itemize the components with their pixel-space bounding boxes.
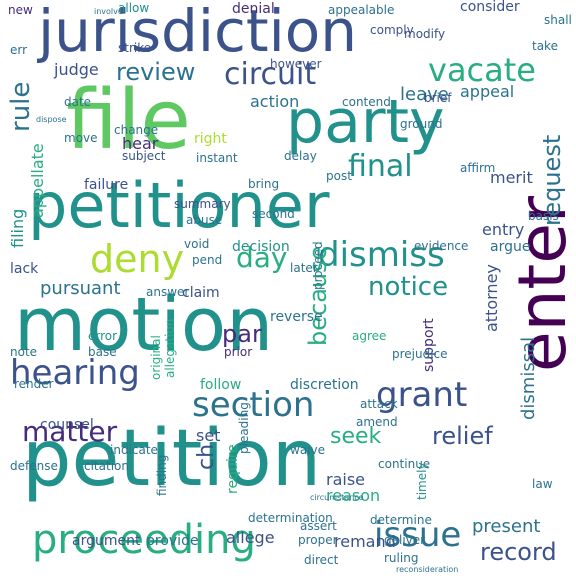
word-counsel: counsel	[40, 417, 94, 433]
word-ch: ch	[194, 443, 219, 470]
word-failure: failure	[84, 177, 129, 193]
word-abuse: abuse	[186, 213, 223, 227]
word-agree: agree	[352, 329, 387, 343]
word-instant: instant	[196, 151, 238, 165]
word-modify: modify	[404, 27, 446, 41]
word-deliver: deliver	[384, 533, 426, 547]
word-void: void	[184, 237, 210, 251]
word-pend: pend	[192, 253, 223, 267]
word-par: par	[222, 320, 262, 348]
word-assert: assert	[300, 519, 337, 533]
word-contend: contend	[342, 95, 391, 109]
word-affirm: affirm	[460, 161, 496, 175]
word-argument: argument	[72, 533, 141, 549]
word-amend: amend	[356, 415, 398, 429]
word-note: note	[10, 345, 38, 359]
word-provide: provide	[146, 533, 199, 549]
word-section: section	[192, 385, 315, 425]
word-ground: ground	[400, 117, 443, 131]
word-later: later	[290, 261, 318, 275]
word-render: render	[14, 377, 54, 391]
word-seek: seek	[330, 424, 382, 449]
word-law: law	[532, 477, 553, 491]
word-delay: delay	[284, 149, 317, 163]
word-involve: involve	[94, 7, 123, 16]
word-determine: determine	[370, 513, 432, 527]
word-brief: brief	[424, 91, 452, 105]
word-appealable: appealable	[328, 3, 395, 17]
word-err: err	[10, 43, 28, 57]
word-proper: proper	[298, 533, 338, 547]
word-action: action	[250, 92, 300, 111]
word-review: review	[116, 58, 196, 86]
word-dispose: dispose	[36, 115, 67, 124]
word-denial: denial	[232, 1, 275, 17]
word-attack: attack	[360, 397, 398, 411]
word-reconsideration: reconsideration	[396, 565, 459, 574]
word-citation: citation	[84, 459, 129, 473]
word-cloud: motion petition petitioner jurisdiction file…	[0, 0, 576, 576]
word-subject: subject	[122, 149, 166, 163]
word-finding: finding	[155, 454, 169, 496]
word-appellate: appellate	[28, 143, 47, 218]
word-relief: relief	[432, 422, 493, 450]
word-circumstance: circumstance	[310, 493, 364, 502]
word-lack: lack	[10, 261, 39, 277]
word-record: record	[480, 538, 557, 566]
word-entry: entry	[482, 220, 525, 239]
word-move: move	[64, 131, 98, 145]
word-waive: waive	[290, 443, 325, 457]
word-set: set	[196, 426, 221, 445]
word-change: change	[114, 123, 159, 137]
word-attorney: attorney	[482, 264, 501, 332]
word-support: support	[421, 318, 437, 372]
word-take: take	[532, 39, 558, 53]
word-jurisdiction: jurisdiction	[38, 0, 357, 65]
word-allege: allege	[226, 528, 275, 547]
word-date: date	[64, 95, 92, 109]
word-original: original	[149, 335, 163, 380]
word-evidence: evidence	[414, 239, 469, 253]
word-notice: notice	[368, 272, 449, 302]
word-shall: shall	[544, 13, 572, 27]
word-prior: prior	[224, 345, 253, 359]
word-final: final	[348, 149, 413, 184]
word-base: base	[88, 345, 117, 359]
word-merit: merit	[490, 168, 533, 187]
word-filing: filing	[8, 208, 27, 248]
word-bring: bring	[248, 177, 280, 191]
word-defense: defense	[10, 459, 58, 473]
word-timely: timely	[415, 462, 429, 500]
word-prejudice: prejudice	[392, 347, 448, 361]
word-deny: deny	[90, 237, 185, 281]
word-post: post	[326, 169, 352, 183]
word-decision: decision	[232, 239, 290, 255]
word-indicate: indicate	[110, 443, 158, 457]
word-follow: follow	[200, 377, 242, 393]
word-ruling: ruling	[384, 551, 419, 565]
word-present: present	[472, 516, 541, 537]
word-error: error	[88, 329, 118, 343]
word-judge: judge	[54, 60, 99, 79]
word-answer: answer	[146, 285, 190, 299]
word-second: second	[252, 207, 295, 221]
word-direct: direct	[304, 553, 339, 567]
word-proceeding: proceeding	[32, 517, 256, 563]
word-basis: basis	[528, 209, 559, 223]
word-appeal: appeal	[460, 82, 515, 101]
word-discretion: discretion	[290, 377, 359, 393]
word-pursuant: pursuant	[40, 278, 121, 299]
word-argue: argue	[490, 239, 531, 255]
word-allegation: allegation	[163, 318, 177, 378]
word-new: new	[8, 3, 33, 17]
word-however: however	[270, 57, 322, 71]
word-consider: consider	[460, 0, 520, 15]
word-rule: rule	[6, 81, 36, 132]
word-pleading: pleading	[237, 402, 251, 454]
word-right: right	[194, 131, 227, 147]
word-strike: strike	[118, 41, 152, 55]
word-reverse: reverse	[270, 309, 323, 325]
word-summary: summary	[174, 197, 231, 211]
word-dismissal: dismissal	[518, 336, 539, 420]
